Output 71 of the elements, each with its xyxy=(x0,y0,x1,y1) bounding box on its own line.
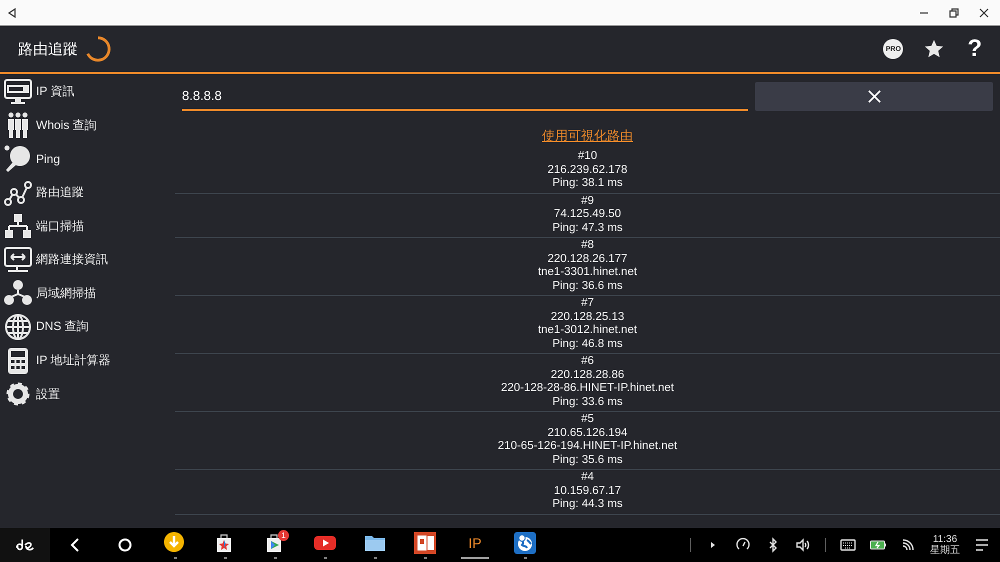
app-title: 路由追蹤 xyxy=(18,40,78,58)
signal-icon[interactable] xyxy=(900,537,916,553)
hop-detail: 210.65.126.194 xyxy=(548,426,628,440)
hop-detail: 220.128.26.177 xyxy=(548,252,628,266)
help-button[interactable]: ? xyxy=(965,37,984,61)
sidebar-item-label: Ping xyxy=(36,152,60,166)
sidebar-item-label: Whois 查詢 xyxy=(36,116,97,134)
hop-detail: 210-65-126-194.HINET-IP.hinet.net xyxy=(498,440,678,454)
close-icon[interactable] xyxy=(978,6,990,18)
hop-detail: Ping: 47.3 ms xyxy=(552,222,623,235)
monitor-icon xyxy=(3,76,33,107)
sidebar-item[interactable]: 設置 xyxy=(0,377,175,411)
sidebar-item-label: IP 地址計算器 xyxy=(36,352,110,370)
star-icon[interactable] xyxy=(923,38,946,60)
close-icon xyxy=(866,89,882,104)
slides-icon[interactable] xyxy=(414,532,436,554)
sidebar-item-label: 路由追蹤 xyxy=(36,184,84,202)
sidebar-item-label: 網路連接資訊 xyxy=(36,251,108,268)
sidebar-item[interactable]: 網路連接資訊 xyxy=(0,242,175,277)
sidebar-item[interactable]: 端口掃描 xyxy=(0,209,175,243)
app-button[interactable]: IP xyxy=(468,532,482,554)
menu-icon[interactable] xyxy=(974,537,990,553)
hop-detail: 10.159.67.17 xyxy=(554,484,622,498)
hop-detail: 220.128.25.13 xyxy=(550,310,624,324)
hop-detail: Ping: 35.6 ms xyxy=(552,454,623,467)
monitor-arrows-icon xyxy=(3,244,33,275)
sidebar-item-label: 端口掃描 xyxy=(36,218,84,235)
sidebar-item[interactable]: 局域網掃描 xyxy=(0,276,175,310)
hop-detail: 74.125.49.50 xyxy=(554,208,622,222)
hop-detail: tne1-3301.hinet.net xyxy=(538,266,638,280)
clock-time: 11:36 xyxy=(932,534,958,545)
hop-detail: 220.128.28.86 xyxy=(550,368,624,382)
hop-number: #8 xyxy=(581,239,594,252)
sidebar-item-label: IP 資訊 xyxy=(36,83,74,100)
notification-badge: 1 xyxy=(278,530,289,541)
hop-number: #5 xyxy=(581,413,594,426)
hop-detail: 216.239.62.178 xyxy=(548,164,628,177)
sidebar-item[interactable]: DNS 查詢 xyxy=(0,310,175,344)
sidebar-item[interactable]: Ping xyxy=(0,142,175,176)
sidebar-item-label: DNS 查詢 xyxy=(36,318,89,336)
download-icon[interactable] xyxy=(164,532,186,554)
globe-icon xyxy=(3,312,33,342)
hop-detail: 220-128-28-86.HINET-IP.hinet.net xyxy=(500,382,674,396)
sidebar-item[interactable]: IP 資訊 xyxy=(0,75,175,109)
sidebar-item-label: 局域網掃描 xyxy=(36,284,96,302)
back-icon[interactable] xyxy=(6,6,18,18)
hop-detail: Ping: 33.6 ms xyxy=(552,396,623,409)
spinner-icon xyxy=(84,35,112,63)
home-icon[interactable] xyxy=(117,537,133,553)
visual-route-link[interactable]: 使用可視化路由 xyxy=(542,127,633,145)
logo-icon[interactable] xyxy=(14,537,36,553)
keyboard-icon[interactable] xyxy=(840,537,856,553)
hop-detail: tne1-3012.hinet.net xyxy=(538,324,638,338)
sidebar-item[interactable]: 路由追蹤 xyxy=(0,176,175,210)
hop-detail: Ping: 44.3 ms xyxy=(552,498,623,512)
clock-day: 星期五 xyxy=(930,545,960,556)
address-input-field[interactable]: 8.8.8.8 xyxy=(182,82,748,110)
paddle-icon xyxy=(3,144,33,174)
hop-number: #10 xyxy=(578,150,598,164)
volume-icon[interactable] xyxy=(795,537,811,553)
restore-icon[interactable] xyxy=(948,6,960,18)
hop-number: #6 xyxy=(581,355,594,368)
hop-number: #7 xyxy=(581,297,594,310)
sidebar-item[interactable]: Whois 查詢 xyxy=(0,108,175,142)
hop-number: #4 xyxy=(581,471,594,484)
sidebar-item-label: 設置 xyxy=(36,386,60,403)
hop-detail: Ping: 38.1 ms xyxy=(552,177,623,190)
hop-detail: Ping: 36.6 ms xyxy=(552,280,623,293)
hop-number: #9 xyxy=(581,194,594,208)
hop-detail: Ping: 46.8 ms xyxy=(552,338,623,351)
sidebar-item[interactable]: IP 地址計算器 xyxy=(0,344,175,378)
